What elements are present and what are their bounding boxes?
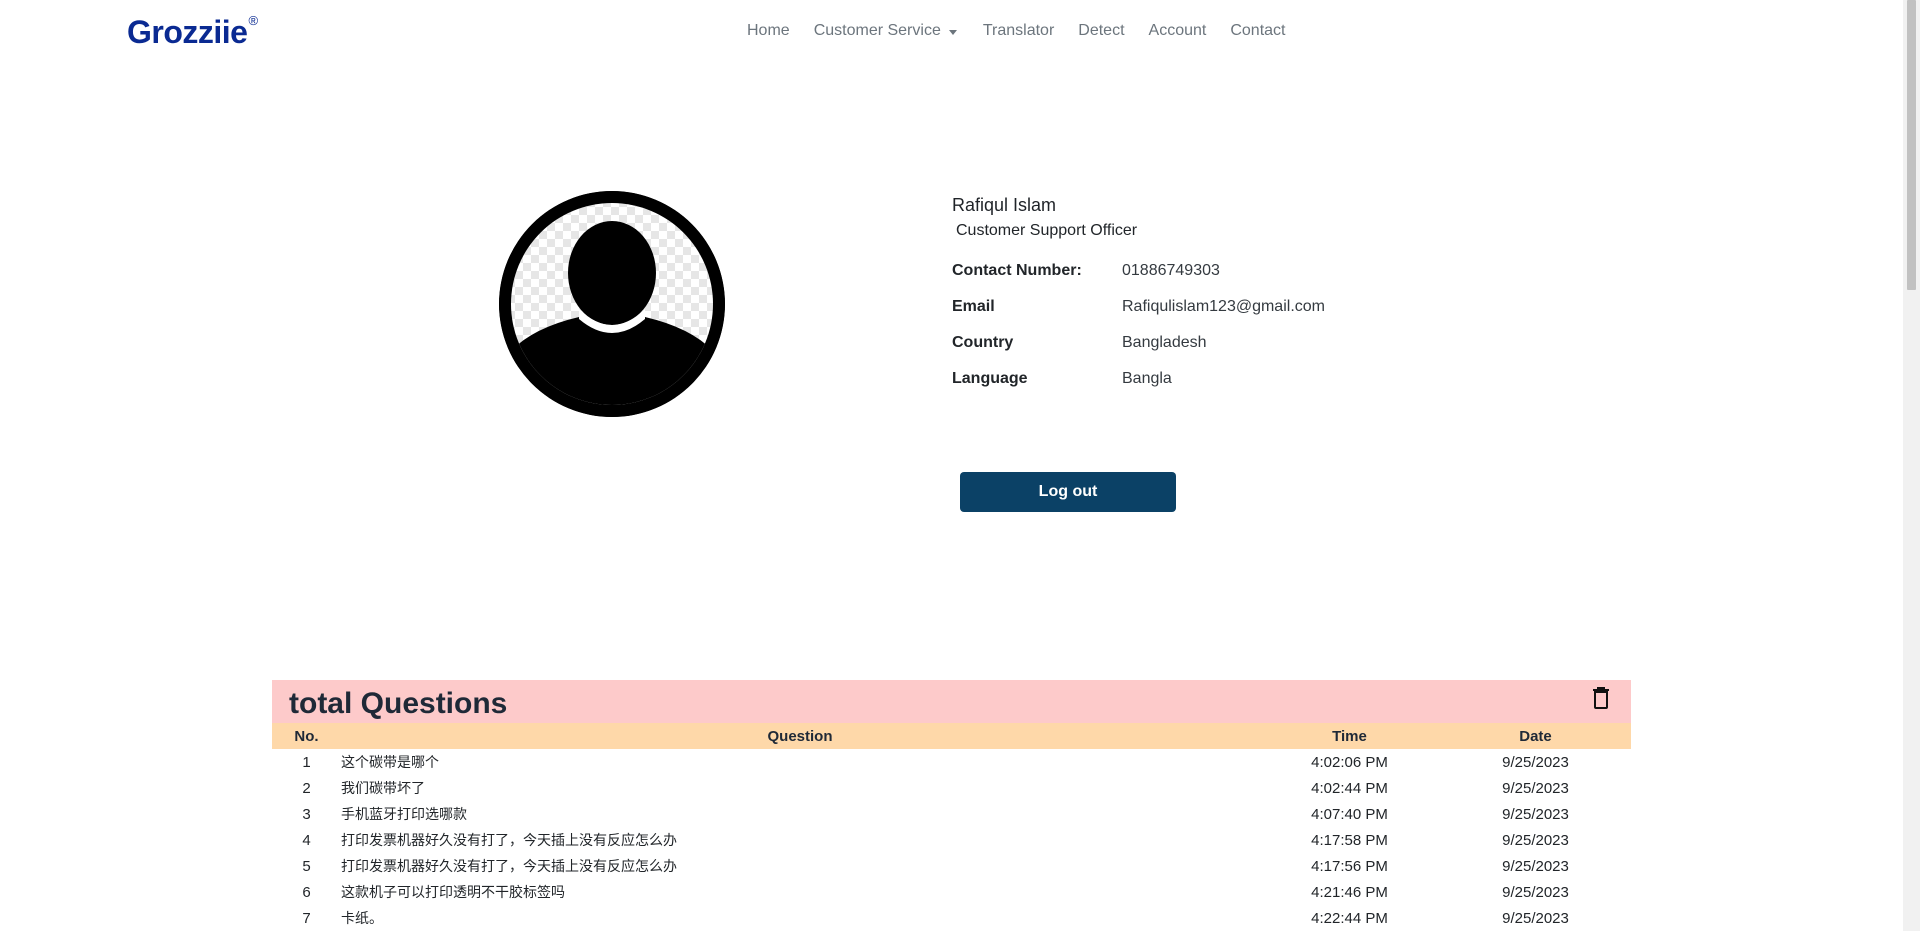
cell-date: 9/25/2023	[1502, 805, 1569, 823]
cell-question: 这款机子可以打印透明不干胶标签吗	[341, 885, 565, 901]
cell-no: 7	[302, 909, 311, 927]
cell-no: 1	[302, 753, 311, 771]
nav-translator[interactable]: Translator	[983, 22, 1054, 40]
table-row: 3 手机蓝牙打印选哪款 4:07:40 PM 9/25/2023	[272, 801, 1631, 827]
cell-time: 4:17:58 PM	[1311, 831, 1388, 849]
field-value: Bangladesh	[1122, 334, 1207, 351]
cell-date: 9/25/2023	[1502, 779, 1569, 797]
cell-time: 4:17:56 PM	[1311, 857, 1388, 875]
table-row: 4 打印发票机器好久没有打了，今天插上没有反应怎么办 4:17:58 PM 9/…	[272, 827, 1631, 853]
field-value: Bangla	[1122, 370, 1172, 387]
cell-question: 我们碳带坏了	[341, 781, 425, 797]
scrollbar-thumb[interactable]	[1907, 0, 1916, 290]
col-question: Question	[767, 727, 833, 745]
table-row: 5 打印发票机器好久没有打了，今天插上没有反应怎么办 4:17:56 PM 9/…	[272, 853, 1631, 879]
profile-name: Rafiqul Islam	[952, 195, 1057, 215]
table-header-row: No. Question Time Date	[272, 723, 1631, 749]
table-row: 7 卡纸。 4:22:44 PM 9/25/2023	[272, 905, 1631, 931]
cell-no: 5	[302, 857, 311, 875]
questions-header: total Questions	[272, 680, 1631, 723]
nav-home[interactable]: Home	[747, 22, 790, 40]
profile-row-contact: Contact Number: 01886749303	[952, 253, 1325, 289]
field-value: 01886749303	[1122, 262, 1220, 279]
user-silhouette-icon	[499, 191, 725, 417]
cell-time: 4:21:46 PM	[1311, 883, 1388, 901]
cell-no: 3	[302, 805, 311, 823]
registered-mark: ®	[248, 13, 258, 29]
profile-details: Rafiqul Islam Customer Support Officer C…	[952, 195, 1325, 397]
questions-title: total Questions	[289, 687, 508, 720]
cell-time: 4:22:44 PM	[1311, 909, 1388, 927]
brand-name: Grozziie	[127, 14, 248, 50]
cell-question: 打印发票机器好久没有打了，今天插上没有反应怎么办	[341, 859, 677, 875]
trash-icon[interactable]	[1589, 685, 1613, 711]
field-label: Contact Number:	[952, 262, 1082, 279]
table-row: 1 这个碳带是哪个 4:02:06 PM 9/25/2023	[272, 749, 1631, 775]
cell-question: 卡纸。	[341, 911, 383, 927]
col-date: Date	[1519, 727, 1552, 745]
cell-question: 这个碳带是哪个	[341, 755, 439, 771]
field-label: Language	[952, 370, 1028, 387]
col-no: No.	[294, 727, 319, 745]
brand-logo[interactable]: Grozziie®	[127, 13, 258, 51]
profile-row-country: Country Bangladesh	[952, 325, 1325, 361]
table-row: 2 我们碳带坏了 4:02:44 PM 9/25/2023	[272, 775, 1631, 801]
logout-button[interactable]: Log out	[960, 472, 1176, 512]
cell-no: 4	[302, 831, 311, 849]
cell-question: 打印发票机器好久没有打了，今天插上没有反应怎么办	[341, 833, 677, 849]
avatar	[499, 191, 725, 417]
cell-time: 4:07:40 PM	[1311, 805, 1388, 823]
cell-date: 9/25/2023	[1502, 831, 1569, 849]
profile-row-language: Language Bangla	[952, 361, 1325, 397]
field-label: Country	[952, 334, 1014, 351]
cell-no: 2	[302, 779, 311, 797]
cell-no: 6	[302, 883, 311, 901]
field-label: Email	[952, 298, 995, 315]
profile-role: Customer Support Officer	[956, 222, 1138, 239]
field-value: Rafiqulislam123@gmail.com	[1122, 298, 1325, 315]
nav-customer-service[interactable]: Customer Service	[814, 22, 957, 40]
table-row: 6 这款机子可以打印透明不干胶标签吗 4:21:46 PM 9/25/2023	[272, 879, 1631, 905]
cell-time: 4:02:06 PM	[1311, 753, 1388, 771]
profile-row-email: Email Rafiqulislam123@gmail.com	[952, 289, 1325, 325]
main-nav: Home Customer Service Translator Detect …	[747, 22, 1309, 40]
cell-date: 9/25/2023	[1502, 883, 1569, 901]
questions-panel: total Questions No. Question Time Date 1…	[272, 680, 1631, 931]
nav-customer-service-label: Customer Service	[813, 22, 941, 39]
cell-date: 9/25/2023	[1502, 753, 1569, 771]
questions-table: No. Question Time Date 1 这个碳带是哪个 4:02:06…	[272, 723, 1631, 931]
col-time: Time	[1332, 727, 1367, 745]
nav-account[interactable]: Account	[1149, 22, 1207, 40]
caret-down-icon	[948, 29, 957, 35]
nav-contact[interactable]: Contact	[1230, 22, 1285, 40]
cell-question: 手机蓝牙打印选哪款	[341, 807, 467, 823]
cell-date: 9/25/2023	[1502, 909, 1569, 927]
cell-date: 9/25/2023	[1502, 857, 1569, 875]
cell-time: 4:02:44 PM	[1311, 779, 1388, 797]
nav-detect[interactable]: Detect	[1078, 22, 1124, 40]
page-scrollbar[interactable]	[1903, 0, 1920, 931]
